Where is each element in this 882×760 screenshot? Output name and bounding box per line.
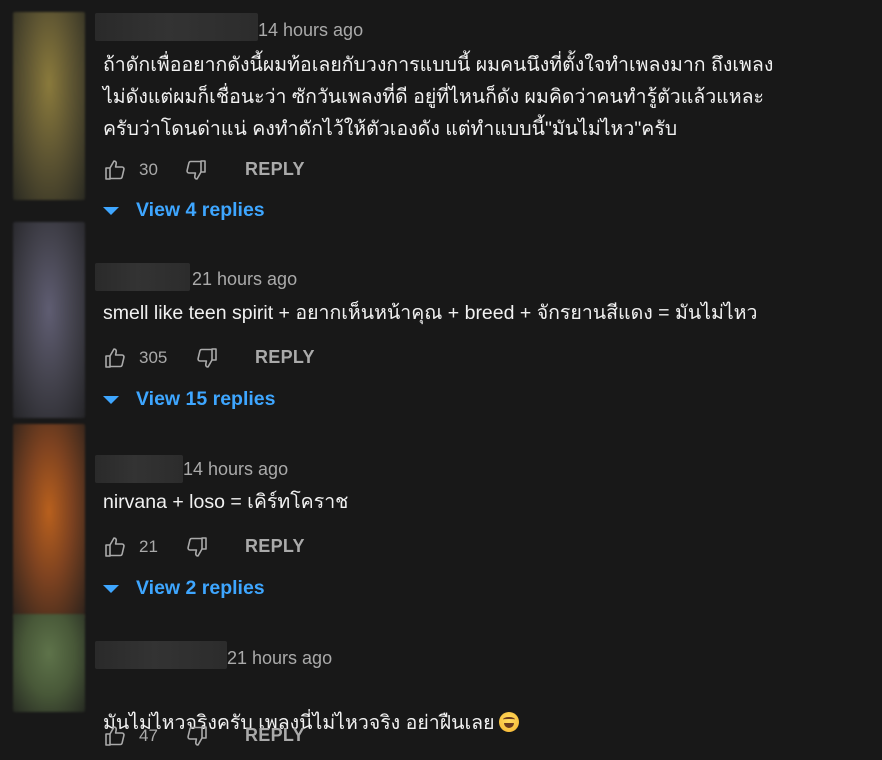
- thumbs-up-icon[interactable]: [103, 535, 127, 559]
- timestamp[interactable]: 14 hours ago: [183, 459, 288, 479]
- avatar[interactable]: [13, 614, 85, 712]
- face-with-tears-of-joy-icon: [498, 712, 519, 732]
- author-name-redacted[interactable]: [95, 641, 227, 669]
- comments-section: 14 hours ago ถ้าดักเพื่ออยากดังนี้ผมท้อเ…: [0, 0, 882, 760]
- timestamp[interactable]: 21 hours ago: [192, 269, 297, 289]
- like-count: 21: [139, 537, 158, 556]
- comment-actions: 47 REPLY: [103, 724, 363, 750]
- reply-button[interactable]: REPLY: [245, 159, 305, 180]
- thumbs-down-icon[interactable]: [185, 535, 209, 559]
- caret-down-icon: [103, 396, 119, 404]
- thumbs-up-icon[interactable]: [103, 346, 127, 370]
- view-replies-label: View 2 replies: [136, 577, 265, 599]
- like-count: 305: [139, 348, 168, 367]
- comment-actions: 30 REPLY: [103, 158, 363, 184]
- comment-actions: 21 REPLY: [103, 535, 363, 561]
- like-count: 47: [139, 726, 158, 745]
- comment-text: smell like teen spirit + อยากเห็นหน้าคุณ…: [103, 302, 758, 324]
- reply-button[interactable]: REPLY: [245, 536, 305, 557]
- author-name-redacted[interactable]: [95, 13, 258, 41]
- timestamp[interactable]: 14 hours ago: [258, 20, 363, 40]
- thumbs-down-icon[interactable]: [195, 346, 219, 370]
- author-name-redacted[interactable]: [95, 263, 190, 291]
- reply-button[interactable]: REPLY: [255, 347, 315, 368]
- comment-text: nirvana + loso = เคิร์ทโคราช: [103, 491, 349, 513]
- comment-actions: 305 REPLY: [103, 346, 363, 372]
- author-name-redacted[interactable]: [95, 455, 183, 483]
- caret-down-icon: [103, 585, 119, 593]
- comment-text: ถ้าดักเพื่ออยากดังนี้ผมท้อเลยกับวงการแบบ…: [103, 54, 774, 140]
- view-replies-label: View 15 replies: [136, 388, 276, 410]
- timestamp[interactable]: 21 hours ago: [227, 648, 332, 668]
- view-replies-label: View 4 replies: [136, 199, 265, 221]
- avatar[interactable]: [13, 222, 85, 418]
- view-replies-button[interactable]: View 2 replies: [103, 577, 303, 603]
- reply-button[interactable]: REPLY: [245, 725, 305, 746]
- avatar[interactable]: [13, 424, 85, 618]
- thumbs-up-icon[interactable]: [103, 158, 127, 182]
- thumbs-down-icon[interactable]: [185, 724, 209, 748]
- thumbs-up-icon[interactable]: [103, 724, 127, 748]
- thumbs-down-icon[interactable]: [184, 158, 208, 182]
- view-replies-button[interactable]: View 15 replies: [103, 388, 313, 414]
- avatar[interactable]: [13, 12, 85, 200]
- view-replies-button[interactable]: View 4 replies: [103, 199, 303, 225]
- caret-down-icon: [103, 207, 119, 215]
- like-count: 30: [139, 160, 158, 179]
